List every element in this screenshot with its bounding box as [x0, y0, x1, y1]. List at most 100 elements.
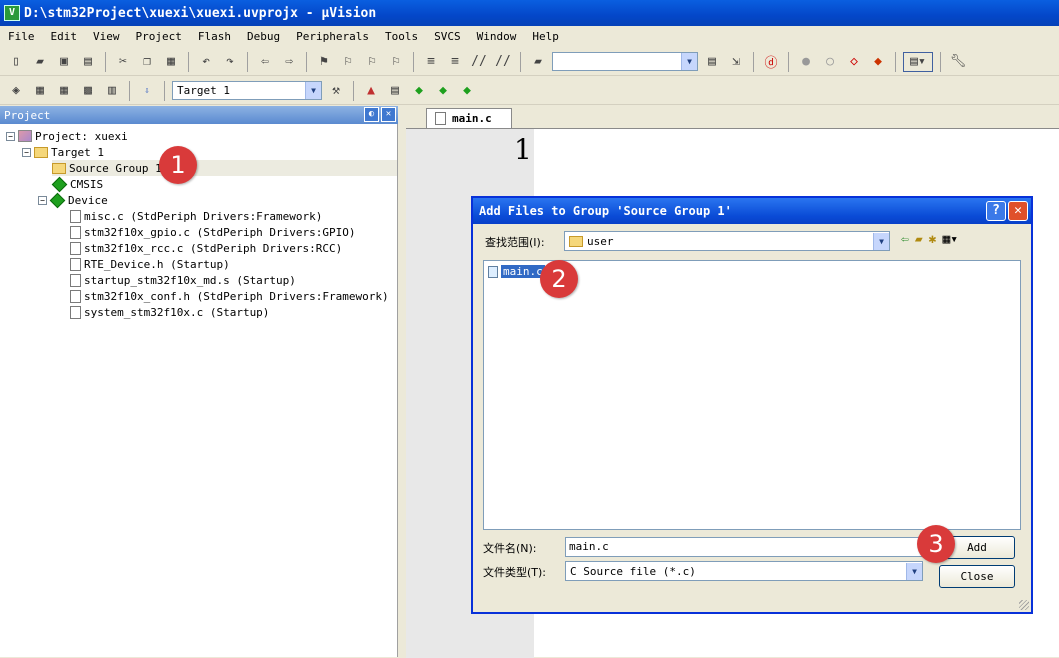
- incremental-find-icon[interactable]: ⇲: [726, 52, 746, 72]
- batch-build-icon[interactable]: ▩: [78, 81, 98, 101]
- c-file-icon: [488, 265, 498, 278]
- comment-icon[interactable]: //: [469, 52, 489, 72]
- open-folder-icon[interactable]: ▰: [30, 52, 50, 72]
- tree-file[interactable]: system_stm32f10x.c (Startup): [70, 304, 269, 320]
- file-icon: [435, 112, 446, 125]
- menu-help[interactable]: Help: [524, 30, 567, 43]
- toolbar-separator: [247, 51, 248, 72]
- nav-forward-icon[interactable]: ⇨: [279, 52, 299, 72]
- manage-project-items-icon[interactable]: ▲: [361, 81, 381, 101]
- tree-file[interactable]: startup_stm32f10x_md.s (Startup): [70, 272, 296, 288]
- tree-file[interactable]: stm32f10x_rcc.c (StdPeriph Drivers:RCC): [70, 240, 342, 256]
- view-menu-icon[interactable]: ▦▾: [942, 232, 958, 247]
- breakpoint-insert-icon[interactable]: ●: [796, 52, 816, 72]
- window-layout-icon[interactable]: ▤▾: [903, 51, 933, 72]
- menu-svcs[interactable]: SVCS: [426, 30, 469, 43]
- rte-view-icon[interactable]: ◆: [457, 81, 477, 101]
- breakpoint-kill-all-icon[interactable]: ◆: [868, 52, 888, 72]
- dialog-close-button[interactable]: ✕: [1008, 201, 1028, 221]
- file-icon: [70, 209, 81, 223]
- toolbar-separator: [788, 51, 789, 72]
- tree-target[interactable]: − Target 1: [22, 144, 104, 160]
- toolbar-separator: [164, 80, 165, 101]
- breakpoint-disable-all-icon[interactable]: ◇: [844, 52, 864, 72]
- resize-grip[interactable]: [1019, 600, 1029, 610]
- uvision-app-icon: V: [4, 5, 20, 21]
- back-arrow-icon[interactable]: ⇦: [901, 232, 909, 247]
- filename-input[interactable]: main.c: [565, 537, 925, 557]
- target-select[interactable]: Target 1 ▼: [172, 81, 322, 100]
- clear-bookmarks-icon[interactable]: ⚐: [386, 52, 406, 72]
- menu-debug[interactable]: Debug: [239, 30, 288, 43]
- download-load-icon[interactable]: ⇩: [137, 81, 157, 101]
- tree-project-root[interactable]: − Project: xuexi: [6, 128, 128, 144]
- file-icon: [70, 305, 81, 319]
- new-folder-icon[interactable]: ✱: [929, 232, 937, 247]
- tree-cmsis[interactable]: CMSIS: [51, 176, 103, 192]
- collapse-icon[interactable]: −: [22, 147, 31, 157]
- filetype-select[interactable]: C Source file (*.c) ▼: [565, 561, 923, 581]
- rebuild-icon[interactable]: ▦: [54, 81, 74, 101]
- indent-icon[interactable]: ≡: [421, 52, 441, 72]
- line-number: 1: [514, 133, 532, 166]
- unindent-icon[interactable]: ≡: [445, 52, 465, 72]
- collapse-icon[interactable]: −: [38, 195, 47, 205]
- bookmark-icon[interactable]: ⚑: [314, 52, 334, 72]
- up-folder-icon[interactable]: ▰: [915, 232, 923, 247]
- tree-file[interactable]: stm32f10x_gpio.c (StdPeriph Drivers:GPIO…: [70, 224, 356, 240]
- tree-file[interactable]: RTE_Device.h (Startup): [70, 256, 230, 272]
- stop-build-icon[interactable]: ▥: [102, 81, 122, 101]
- help-button[interactable]: ?: [986, 201, 1006, 221]
- collapse-icon[interactable]: −: [6, 131, 15, 141]
- build-icon[interactable]: ▦: [30, 81, 50, 101]
- menu-file[interactable]: File: [0, 30, 43, 43]
- chevron-down-icon[interactable]: ▼: [906, 562, 922, 580]
- save-all-icon[interactable]: ▤: [78, 52, 98, 72]
- configure-wrench-icon[interactable]: 🔧︎: [948, 52, 968, 72]
- translate-icon[interactable]: ◈: [6, 81, 26, 101]
- tree-file[interactable]: stm32f10x_conf.h (StdPeriph Drivers:Fram…: [70, 288, 389, 304]
- close-button[interactable]: Close: [939, 565, 1015, 588]
- menu-view[interactable]: View: [85, 30, 128, 43]
- select-packs-icon[interactable]: ▤: [385, 81, 405, 101]
- menu-project[interactable]: Project: [128, 30, 190, 43]
- menu-peripherals[interactable]: Peripherals: [288, 30, 377, 43]
- next-bookmark-icon[interactable]: ⚐: [362, 52, 382, 72]
- redo-icon[interactable]: ↷: [220, 52, 240, 72]
- undo-icon[interactable]: ↶: [196, 52, 216, 72]
- chevron-down-icon[interactable]: ▼: [681, 53, 697, 70]
- paste-icon[interactable]: ▦: [161, 52, 181, 72]
- breakpoint-enable-icon[interactable]: ○: [820, 52, 840, 72]
- filename-label: 文件名(N):: [483, 542, 537, 555]
- target-options-icon[interactable]: ⚒: [326, 81, 346, 101]
- find-in-files-icon[interactable]: ▰: [528, 52, 548, 72]
- new-file-icon[interactable]: ▯: [6, 52, 26, 72]
- panel-splitter[interactable]: [398, 106, 406, 657]
- uncomment-icon[interactable]: //: [493, 52, 513, 72]
- save-icon[interactable]: ▣: [54, 52, 74, 72]
- copy-icon[interactable]: ❐: [137, 52, 157, 72]
- pin-icon[interactable]: ◐: [364, 107, 379, 122]
- tree-source-group[interactable]: Source Group 1: [52, 160, 397, 176]
- manage-rte-icon[interactable]: ◆: [409, 81, 429, 101]
- chevron-down-icon[interactable]: ▼: [305, 82, 321, 99]
- cut-icon[interactable]: ✂: [113, 52, 133, 72]
- tab-main-c[interactable]: main.c: [426, 108, 512, 128]
- prev-bookmark-icon[interactable]: ⚐: [338, 52, 358, 72]
- pack-installer-icon[interactable]: ◆: [433, 81, 453, 101]
- lookin-combo[interactable]: user ▼: [564, 231, 890, 251]
- file-item[interactable]: main.c: [488, 265, 545, 278]
- tree-file[interactable]: misc.c (StdPeriph Drivers:Framework): [70, 208, 322, 224]
- debug-start-icon[interactable]: ⓓ: [761, 52, 781, 72]
- close-icon[interactable]: ✕: [381, 107, 396, 122]
- find-combo[interactable]: ▼: [552, 52, 698, 71]
- menu-tools[interactable]: Tools: [377, 30, 426, 43]
- find-icon[interactable]: ▤: [702, 52, 722, 72]
- nav-back-icon[interactable]: ⇦: [255, 52, 275, 72]
- menu-window[interactable]: Window: [469, 30, 525, 43]
- tree-device[interactable]: − Device: [38, 192, 108, 208]
- file-list[interactable]: main.c: [483, 260, 1021, 530]
- menu-flash[interactable]: Flash: [190, 30, 239, 43]
- chevron-down-icon[interactable]: ▼: [873, 232, 889, 250]
- menu-edit[interactable]: Edit: [43, 30, 86, 43]
